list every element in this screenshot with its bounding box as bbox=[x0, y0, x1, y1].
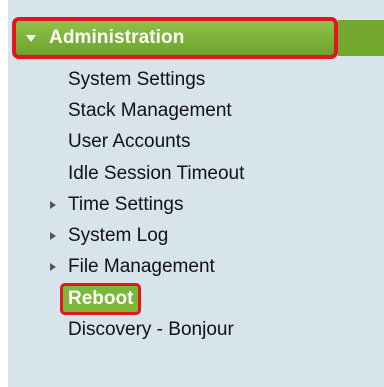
menu-item-label: System Log bbox=[68, 225, 169, 247]
menu-item-label: Discovery - Bonjour bbox=[68, 319, 234, 341]
menu-item-system-log[interactable]: System Log bbox=[0, 220, 384, 251]
header-bar-extension bbox=[338, 20, 384, 56]
menu-item-idle-session-timeout[interactable]: Idle Session Timeout bbox=[0, 158, 384, 189]
menu-item-label: File Management bbox=[68, 256, 215, 278]
caret-right-icon[interactable] bbox=[50, 232, 56, 241]
menu-item-reboot[interactable]: Reboot bbox=[0, 282, 384, 315]
menu-item-label: Idle Session Timeout bbox=[68, 162, 245, 184]
menu-item-label: Reboot bbox=[60, 282, 142, 315]
caret-right-icon[interactable] bbox=[50, 200, 56, 209]
administration-header[interactable]: Administration bbox=[12, 17, 338, 59]
menu-item-label: System Settings bbox=[68, 68, 206, 90]
menu-item-label: Time Settings bbox=[68, 193, 184, 215]
caret-down-icon bbox=[26, 35, 36, 42]
menu-item-stack-management[interactable]: Stack Management bbox=[0, 95, 384, 126]
menu-item-time-settings[interactable]: Time Settings bbox=[0, 189, 384, 220]
caret-right-icon[interactable] bbox=[50, 263, 56, 272]
navigation-panel: Administration System Settings Stack Man… bbox=[0, 0, 384, 387]
menu-item-discovery-bonjour[interactable]: Discovery - Bonjour bbox=[0, 314, 384, 345]
administration-menu-list: System Settings Stack Management User Ac… bbox=[0, 64, 384, 346]
administration-header-label: Administration bbox=[49, 27, 185, 48]
menu-item-user-accounts[interactable]: User Accounts bbox=[0, 127, 384, 158]
menu-item-file-management[interactable]: File Management bbox=[0, 252, 384, 283]
menu-item-system-settings[interactable]: System Settings bbox=[0, 64, 384, 95]
menu-item-label: Stack Management bbox=[68, 99, 232, 121]
menu-item-label: User Accounts bbox=[68, 131, 191, 153]
